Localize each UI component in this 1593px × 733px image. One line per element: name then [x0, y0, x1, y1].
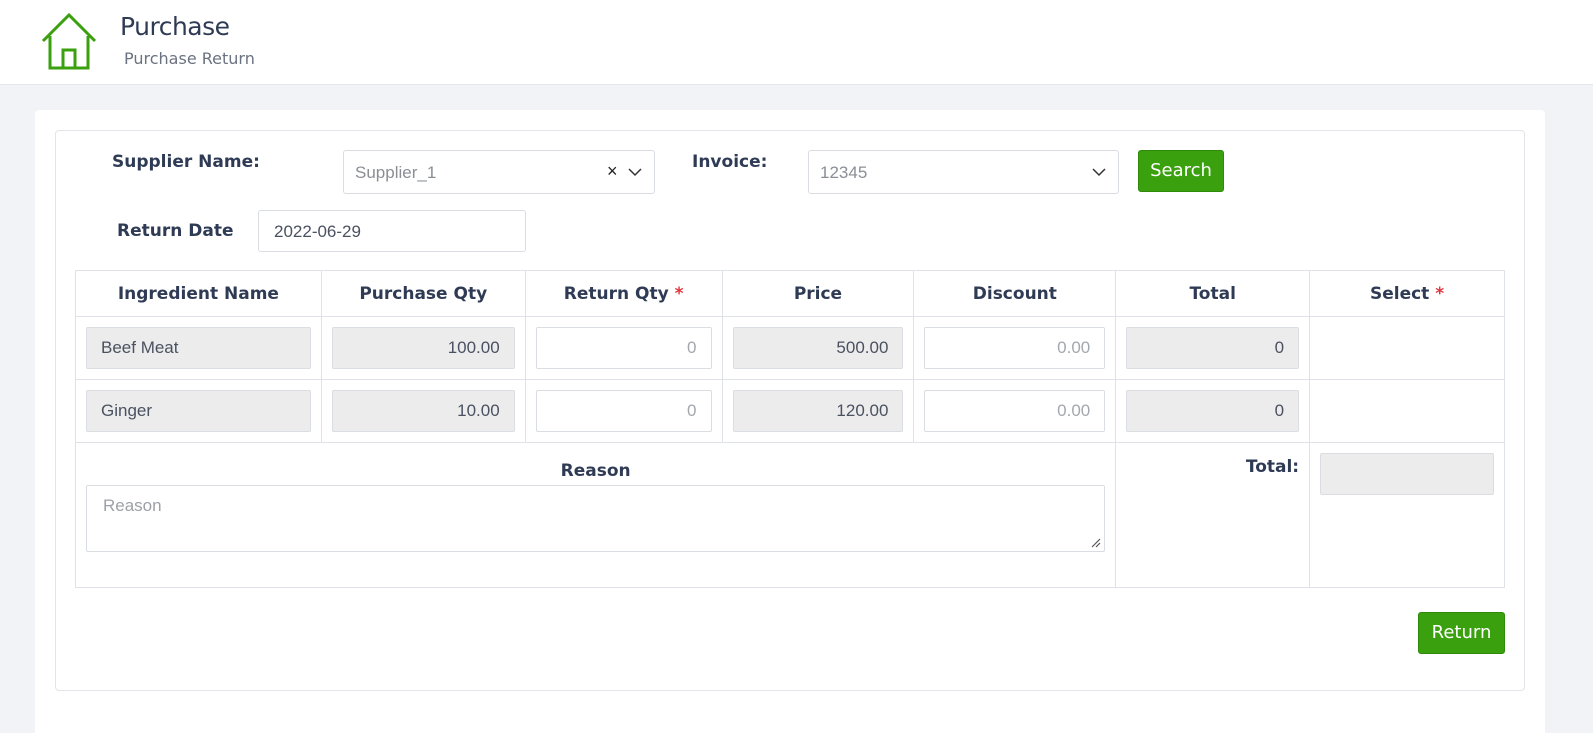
discount-input[interactable]: 0.00 — [924, 327, 1106, 369]
chevron-down-icon[interactable] — [628, 165, 642, 179]
return-qty-input[interactable]: 0 — [535, 390, 712, 432]
return-button[interactable]: Return — [1418, 612, 1505, 654]
column-header-purchase-qty: Purchase Qty — [320, 270, 526, 317]
supplier-select-value: Supplier_1 — [355, 163, 437, 182]
clear-icon[interactable]: × — [607, 161, 618, 182]
table-row: Beef Meat 100.00 0 500.00 0.00 0 — [75, 316, 1505, 380]
grand-total-field — [1320, 453, 1494, 495]
column-header-return-qty: Return Qty * — [524, 270, 723, 317]
required-mark: * — [1435, 283, 1445, 304]
chevron-down-icon[interactable] — [1092, 165, 1106, 179]
ingredient-name-field: Ginger — [86, 390, 311, 432]
table-footer-row: Reason Reason Total: — [74, 442, 1505, 588]
table-row: Ginger 10.00 0 120.00 0.00 0 — [75, 379, 1505, 443]
ingredient-name-field: Beef Meat — [86, 327, 311, 369]
column-header-ingredient: Ingredient Name — [75, 270, 322, 317]
column-header-discount: Discount — [913, 270, 1117, 317]
reason-textarea[interactable]: Reason — [86, 485, 1106, 552]
reason-cell: Reason Reason — [74, 442, 1117, 588]
resize-grip-icon[interactable] — [1091, 538, 1101, 548]
price-field: 120.00 — [732, 390, 904, 432]
supplier-name-label: Supplier Name: — [112, 152, 260, 172]
invoice-select-value: 12345 — [820, 163, 868, 182]
page-title: Purchase — [120, 12, 230, 41]
reason-label: Reason — [560, 461, 631, 481]
column-header-return-qty-text: Return Qty — [563, 283, 669, 304]
purchase-qty-field: 100.00 — [331, 327, 515, 369]
column-header-price: Price — [721, 270, 915, 317]
column-header-total: Total — [1115, 270, 1311, 317]
purchase-qty-field: 10.00 — [331, 390, 515, 432]
column-header-select-text: Select — [1369, 283, 1430, 304]
search-button[interactable]: Search — [1138, 150, 1224, 192]
price-field: 500.00 — [732, 327, 904, 369]
invoice-label: Invoice: — [692, 152, 768, 172]
page-header: Purchase Purchase Return — [0, 0, 1593, 85]
return-items-table: Ingredient Name Purchase Qty Return Qty … — [74, 270, 1505, 588]
return-date-label: Return Date — [117, 221, 234, 241]
home-icon — [41, 12, 97, 70]
breadcrumb: Purchase Return — [124, 49, 255, 68]
table-header-row: Ingredient Name Purchase Qty Return Qty … — [75, 270, 1505, 317]
reason-placeholder: Reason — [103, 496, 162, 515]
supplier-select[interactable]: Supplier_1 × — [343, 150, 655, 194]
select-cell[interactable] — [1309, 316, 1505, 380]
required-mark: * — [674, 283, 684, 304]
grand-total-label: Total: — [1115, 442, 1311, 588]
return-date-value: 2022-06-29 — [274, 222, 361, 241]
column-header-select: Select * — [1309, 270, 1505, 317]
discount-input[interactable]: 0.00 — [924, 390, 1106, 432]
return-qty-input[interactable]: 0 — [535, 327, 712, 369]
row-total-field: 0 — [1126, 390, 1300, 432]
row-total-field: 0 — [1126, 327, 1300, 369]
invoice-select[interactable]: 12345 — [808, 150, 1119, 194]
select-cell[interactable] — [1309, 379, 1505, 443]
return-date-input[interactable]: 2022-06-29 — [258, 210, 526, 252]
